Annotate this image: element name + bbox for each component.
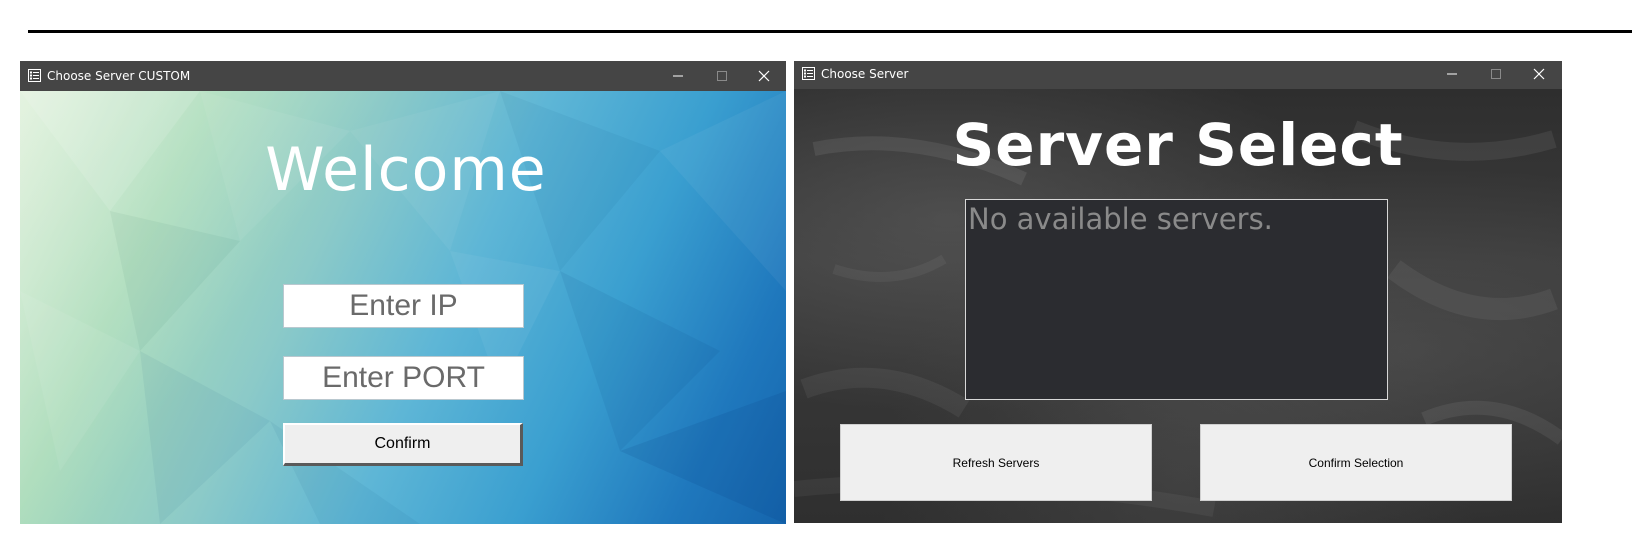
refresh-servers-button[interactable]: Refresh Servers bbox=[840, 424, 1152, 501]
minimize-button[interactable] bbox=[656, 61, 700, 91]
app-list-icon bbox=[802, 67, 815, 80]
maximize-button[interactable] bbox=[1474, 61, 1518, 87]
confirm-button[interactable]: Confirm bbox=[283, 423, 523, 466]
server-select-panel: Server Select No available servers. Refr… bbox=[794, 89, 1562, 523]
minimize-icon bbox=[673, 75, 683, 77]
titlebar[interactable]: Choose Server bbox=[794, 61, 1562, 89]
server-list[interactable]: No available servers. bbox=[965, 199, 1388, 400]
close-button[interactable] bbox=[742, 61, 786, 91]
custom-server-window: Choose Server CUSTOM Welcome Enter IP En… bbox=[20, 61, 786, 524]
port-input[interactable] bbox=[283, 356, 524, 400]
close-icon bbox=[758, 70, 770, 82]
server-select-window: Choose Server Server Select No available… bbox=[794, 61, 1562, 523]
app-list-icon bbox=[28, 69, 41, 82]
window-title: Choose Server CUSTOM bbox=[47, 69, 191, 83]
maximize-icon bbox=[717, 71, 727, 81]
maximize-icon bbox=[1491, 69, 1501, 79]
empty-list-message: No available servers. bbox=[968, 202, 1273, 236]
welcome-panel: Welcome Confirm bbox=[20, 91, 786, 524]
maximize-button[interactable] bbox=[700, 61, 744, 91]
window-title: Choose Server bbox=[821, 67, 909, 81]
ip-input[interactable] bbox=[283, 284, 524, 328]
close-icon bbox=[1533, 68, 1545, 80]
confirm-selection-button[interactable]: Confirm Selection bbox=[1200, 424, 1512, 501]
minimize-icon bbox=[1447, 73, 1457, 75]
server-select-heading: Server Select bbox=[952, 111, 1404, 179]
top-divider-line bbox=[28, 30, 1632, 33]
welcome-heading: Welcome bbox=[265, 135, 547, 205]
titlebar[interactable]: Choose Server CUSTOM bbox=[20, 61, 786, 91]
close-button[interactable] bbox=[1517, 61, 1561, 87]
minimize-button[interactable] bbox=[1430, 61, 1474, 87]
